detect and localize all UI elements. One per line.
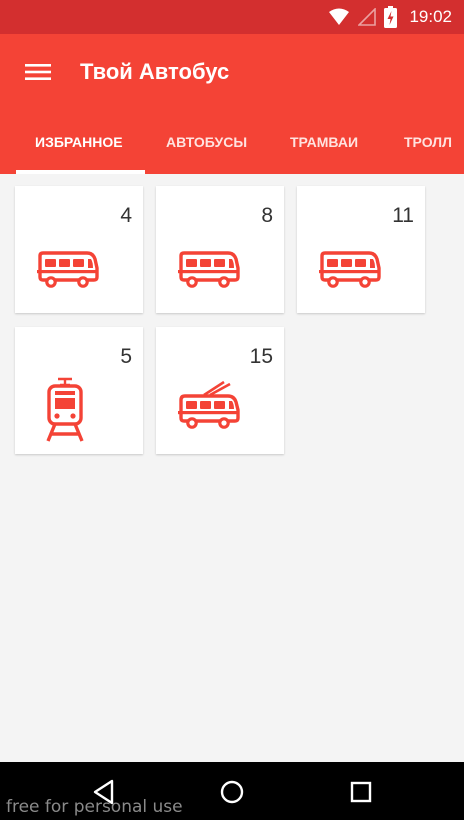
route-number: 4 <box>120 204 132 227</box>
tab-trams[interactable]: ТРАМВАИ <box>290 110 358 174</box>
bus-icon <box>37 251 99 288</box>
route-number: 11 <box>392 204 414 227</box>
status-bar: 19:02 <box>0 0 464 34</box>
route-card-5[interactable]: 5 <box>15 327 143 454</box>
trolleybus-icon <box>178 381 240 429</box>
home-icon[interactable] <box>216 776 248 808</box>
tab-label: ИЗБРАННОЕ <box>35 134 123 150</box>
route-number: 5 <box>120 345 132 368</box>
tab-label: ТРАМВАИ <box>290 134 359 150</box>
active-tab-indicator <box>16 170 145 174</box>
tab-label: ТРОЛЛ <box>404 134 452 150</box>
tab-favorites[interactable]: ИЗБРАННОЕ <box>35 110 123 174</box>
menu-button[interactable] <box>0 34 76 110</box>
status-time: 19:02 <box>409 7 452 26</box>
tab-bar: ИЗБРАННОЕ АВТОБУСЫ ТРАМВАИ ТРОЛЛ <box>0 110 464 174</box>
wifi-icon <box>329 8 350 25</box>
route-number: 15 <box>249 345 273 368</box>
recents-icon[interactable] <box>345 776 377 808</box>
route-card-11[interactable]: 11 <box>297 186 425 313</box>
app-bar: Твой Автобус <box>0 34 464 110</box>
tab-trolleybuses[interactable]: ТРОЛЛ <box>404 110 452 174</box>
route-number: 8 <box>261 204 273 227</box>
app-title: Твой Автобус <box>80 59 230 84</box>
watermark: free for personal use <box>6 797 183 817</box>
route-card-8[interactable]: 8 <box>156 186 284 313</box>
hamburger-menu-icon <box>25 64 51 80</box>
tram-icon <box>46 377 84 442</box>
cellular-signal-icon <box>358 8 377 26</box>
tab-buses[interactable]: АВТОБУСЫ <box>166 110 247 174</box>
bus-icon <box>178 251 240 288</box>
tab-label: АВТОБУСЫ <box>166 134 248 150</box>
route-card-15[interactable]: 15 <box>156 327 284 454</box>
route-card-4[interactable]: 4 <box>15 186 143 313</box>
bus-icon <box>319 251 381 288</box>
battery-charging-icon <box>384 6 398 28</box>
